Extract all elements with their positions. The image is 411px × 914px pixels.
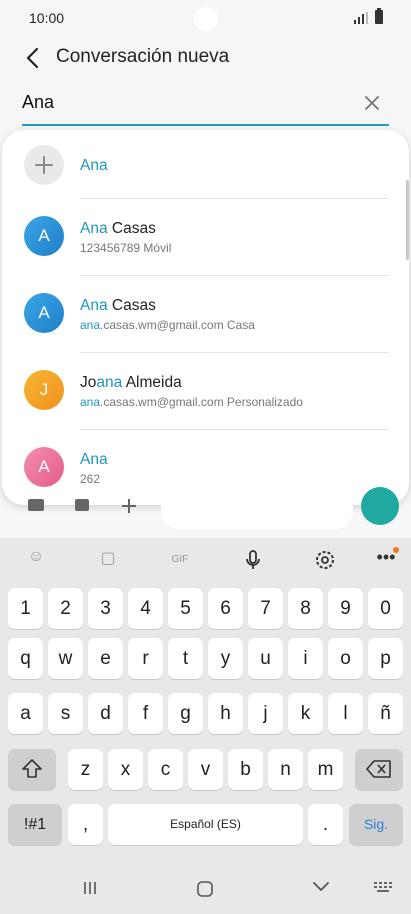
page-title: Conversación nueva <box>56 46 230 67</box>
avatar: A <box>24 447 64 487</box>
message-input[interactable] <box>161 495 353 529</box>
period-key[interactable]: . <box>308 804 343 845</box>
suggestion-name: Joana Almeida <box>80 374 182 391</box>
keyboard-switch-icon[interactable] <box>374 882 394 894</box>
key-w[interactable]: w <box>48 638 83 679</box>
gif-icon[interactable]: GIF <box>168 548 192 572</box>
key-2[interactable]: 2 <box>48 588 83 629</box>
shift-key[interactable] <box>8 749 56 790</box>
key-5[interactable]: 5 <box>168 588 203 629</box>
navigation-bar <box>0 868 411 914</box>
key-z[interactable]: z <box>68 749 103 790</box>
key-h[interactable]: h <box>208 693 243 734</box>
settings-gear-icon[interactable] <box>313 548 337 572</box>
suggestion-detail: 262 <box>80 472 101 486</box>
key-n[interactable]: n <box>268 749 303 790</box>
backspace-icon <box>366 760 391 778</box>
key-m[interactable]: m <box>308 749 343 790</box>
key-s[interactable]: s <box>48 693 83 734</box>
key-d[interactable]: d <box>88 693 123 734</box>
battery-icon <box>375 8 383 24</box>
key-i[interactable]: i <box>288 638 323 679</box>
compose-bar <box>0 487 411 529</box>
suggestion-detail: ana.casas.wm@gmail.com Personalizado <box>80 395 303 409</box>
recipient-search <box>22 84 389 126</box>
key-q[interactable]: q <box>8 638 43 679</box>
key-k[interactable]: k <box>288 693 323 734</box>
avatar: J <box>24 370 64 410</box>
suggestion-add-new[interactable]: Ana <box>2 130 409 207</box>
space-key[interactable]: Español (ES) <box>108 804 303 845</box>
back-arrow-icon[interactable] <box>20 44 48 72</box>
keyboard: ☺ ▢ GIF ••• 1 2 3 4 5 6 7 8 9 0 q w e r … <box>0 538 411 914</box>
suggestion-contact[interactable]: A Ana 262 <box>2 430 409 505</box>
status-bar: 10:00 <box>0 0 411 36</box>
suggestion-contact[interactable]: A Ana Casas ana.casas.wm@gmail.com Casa <box>2 276 409 353</box>
suggestion-name: Ana Casas <box>80 220 156 237</box>
microphone-icon[interactable] <box>241 548 265 572</box>
key-0[interactable]: 0 <box>368 588 403 629</box>
key-e[interactable]: e <box>88 638 123 679</box>
key-u[interactable]: u <box>248 638 283 679</box>
suggestion-contact[interactable]: J Joana Almeida ana.casas.wm@gmail.com P… <box>2 353 409 430</box>
key-v[interactable]: v <box>188 749 223 790</box>
key-8[interactable]: 8 <box>288 588 323 629</box>
contact-suggestions: Ana A Ana Casas 123456789 Móvil A Ana Ca… <box>2 130 409 505</box>
add-icon <box>24 145 64 185</box>
avatar: A <box>24 216 64 256</box>
keyboard-toolbar: ☺ ▢ GIF ••• <box>0 538 411 582</box>
next-key[interactable]: Sig. <box>349 804 403 845</box>
clock: 10:00 <box>29 10 65 26</box>
camera-icon[interactable] <box>75 499 89 511</box>
comma-key[interactable]: , <box>68 804 103 845</box>
add-icon[interactable] <box>120 497 138 515</box>
key-c[interactable]: c <box>148 749 183 790</box>
key-b[interactable]: b <box>228 749 263 790</box>
suggestion-contact[interactable]: A Ana Casas 123456789 Móvil <box>2 199 409 276</box>
sticker-icon[interactable]: ▢ <box>96 548 120 572</box>
recipient-input[interactable] <box>22 92 342 113</box>
key-f[interactable]: f <box>128 693 163 734</box>
key-o[interactable]: o <box>328 638 363 679</box>
key-9[interactable]: 9 <box>328 588 363 629</box>
key-4[interactable]: 4 <box>128 588 163 629</box>
title-bar: Conversación nueva <box>0 36 411 80</box>
key-6[interactable]: 6 <box>208 588 243 629</box>
symbols-key[interactable]: !#1 <box>8 804 62 845</box>
key-t[interactable]: t <box>168 638 203 679</box>
clear-icon[interactable] <box>363 94 381 112</box>
key-r[interactable]: r <box>128 638 163 679</box>
key-l[interactable]: l <box>328 693 363 734</box>
key-7[interactable]: 7 <box>248 588 283 629</box>
suggestion-detail: ana.casas.wm@gmail.com Casa <box>80 318 255 332</box>
backspace-key[interactable] <box>355 749 403 790</box>
shift-arrow-icon <box>22 759 42 778</box>
gallery-icon[interactable] <box>28 499 44 511</box>
home-icon[interactable] <box>196 880 214 898</box>
suggestion-detail: 123456789 Móvil <box>80 241 172 255</box>
notification-dot <box>393 547 399 553</box>
key-n-tilde[interactable]: ñ <box>368 693 403 734</box>
key-x[interactable]: x <box>108 749 143 790</box>
camera-cutout <box>194 7 218 31</box>
key-y[interactable]: y <box>208 638 243 679</box>
avatar: A <box>24 293 64 333</box>
key-p[interactable]: p <box>368 638 403 679</box>
suggestion-name: Ana Casas <box>80 297 156 314</box>
emoji-icon[interactable]: ☺ <box>24 548 48 572</box>
send-button[interactable] <box>361 487 399 525</box>
key-1[interactable]: 1 <box>8 588 43 629</box>
suggestion-name: Ana <box>80 157 108 174</box>
hide-keyboard-icon[interactable] <box>312 880 330 894</box>
recent-apps-icon[interactable] <box>82 880 98 896</box>
signal-icon <box>354 12 368 24</box>
key-a[interactable]: a <box>8 693 43 734</box>
scrollbar[interactable] <box>406 180 409 260</box>
key-j[interactable]: j <box>248 693 283 734</box>
key-3[interactable]: 3 <box>88 588 123 629</box>
key-g[interactable]: g <box>168 693 203 734</box>
suggestion-name: Ana <box>80 451 108 468</box>
